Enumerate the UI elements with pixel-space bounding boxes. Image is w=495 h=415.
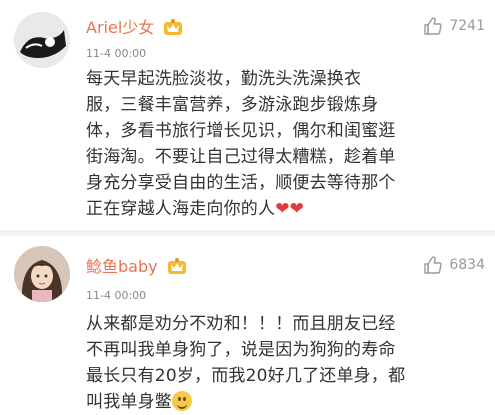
vip-crown-icon xyxy=(164,19,183,35)
comment-line: 服，三餐丰富营养，多游泳跑步锻炼身 xyxy=(86,95,379,115)
comment-time: 11-4 00:00 xyxy=(86,47,147,60)
comment-line-last: 叫我单身鳖 xyxy=(86,389,484,415)
thumbs-up-icon xyxy=(424,17,443,35)
comment-line: 身充分享受自由的生活，顺便去等待那个 xyxy=(86,173,396,193)
comment-line: 正在穿越人海走向你的人 xyxy=(86,199,276,219)
thumbs-up-icon xyxy=(424,256,443,274)
vip-crown-icon xyxy=(167,258,186,274)
avatar[interactable] xyxy=(14,12,70,68)
comment-line: 不再叫我单身狗了，说是因为狗狗的寿命 xyxy=(86,340,396,360)
heart-emoji: ❤❤ xyxy=(275,199,305,219)
like-count: 7241 xyxy=(449,18,485,34)
username-text[interactable]: 鲶鱼baby xyxy=(86,257,158,276)
comment-text: 从来都是劝分不劝和！！！而且朋友已经 不再叫我单身狗了，说是因为狗狗的寿命 最长… xyxy=(86,311,484,415)
comment-line: 叫我单身鳖 xyxy=(86,392,172,412)
like-button[interactable]: 6834 xyxy=(423,255,485,275)
username[interactable]: Ariel少女 xyxy=(86,14,183,38)
avatar[interactable] xyxy=(14,246,70,302)
username-text[interactable]: Ariel少女 xyxy=(86,18,154,37)
comment-line: 街海淘。不要让自己过得太糟糕，趁着单 xyxy=(86,147,396,167)
username[interactable]: 鲶鱼baby xyxy=(86,253,187,277)
comment-time: 11-4 00:00 xyxy=(86,289,147,302)
comment-line: 最长只有20岁，而我20好几了还单身，都 xyxy=(86,366,406,386)
like-count: 6834 xyxy=(449,257,485,273)
comment-line: 从来都是劝分不劝和！！！而且朋友已经 xyxy=(86,314,396,334)
comment-line: 每天早起洗脸淡妆，勤洗头洗澡换衣 xyxy=(86,69,362,89)
comment-line: 体，多看书旅行增长见识，偶尔和闺蜜逛 xyxy=(86,121,396,141)
like-button[interactable]: 7241 xyxy=(423,16,485,36)
comment-text: 每天早起洗脸淡妆，勤洗头洗澡换衣 服，三餐丰富营养，多游泳跑步锻炼身 体，多看书… xyxy=(86,66,484,222)
comment-line-last: 正在穿越人海走向你的人❤❤ xyxy=(86,196,484,222)
smile-emoji xyxy=(172,391,192,411)
